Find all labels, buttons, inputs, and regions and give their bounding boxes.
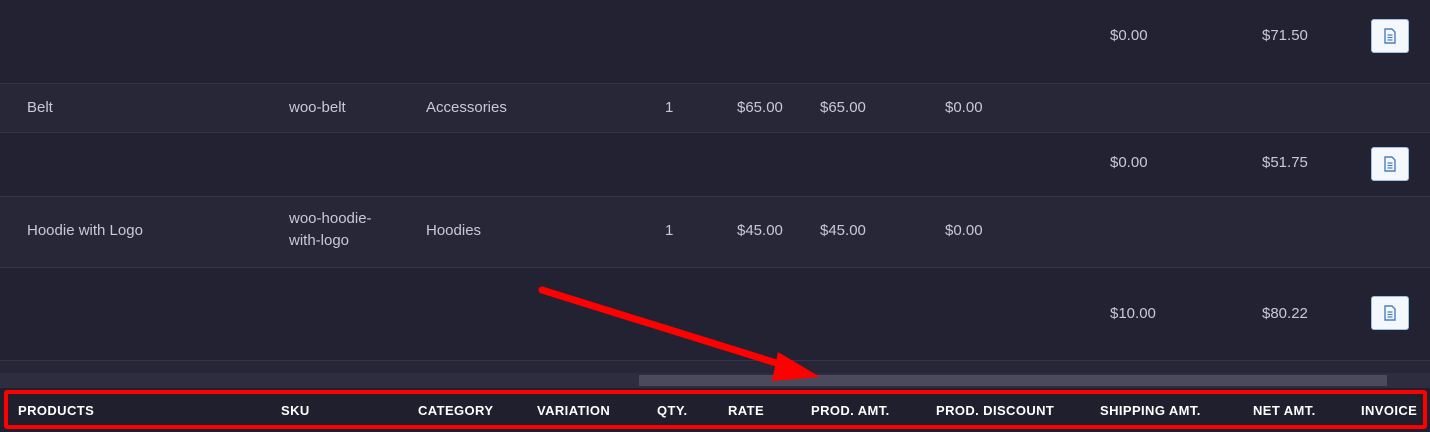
invoice-button[interactable] — [1371, 296, 1409, 330]
shipping-amount: $10.00 — [1110, 305, 1156, 322]
column-header-invoice[interactable]: INVOICE — [1361, 403, 1417, 418]
product-sku: woo-belt — [289, 99, 346, 116]
shipping-amount: $0.00 — [1110, 27, 1148, 44]
product-rate: $45.00 — [737, 222, 783, 239]
product-discount: $0.00 — [945, 222, 983, 239]
product-name: Belt — [27, 99, 53, 116]
column-header-prod-amt[interactable]: PROD. AMT. — [811, 403, 890, 418]
column-header-products[interactable]: PRODUCTS — [18, 403, 94, 418]
scrollbar-thumb[interactable] — [639, 375, 1387, 386]
table-footer-header — [0, 388, 1430, 432]
product-discount: $0.00 — [945, 99, 983, 116]
invoice-button[interactable] — [1371, 147, 1409, 181]
product-category: Hoodies — [426, 222, 482, 239]
document-icon — [1384, 305, 1396, 321]
column-header-category[interactable]: CATEGORY — [418, 403, 493, 418]
document-icon — [1384, 28, 1396, 44]
column-header-sku[interactable]: SKU — [281, 403, 310, 418]
order-summary-row: $10.00 $80.22 — [0, 268, 1430, 361]
column-header-prod-discount[interactable]: PROD. DISCOUNT — [936, 403, 1054, 418]
product-qty: 1 — [665, 222, 674, 239]
invoice-button[interactable] — [1371, 19, 1409, 53]
column-header-qty[interactable]: QTY. — [657, 403, 688, 418]
product-sku: woo-hoodie-with-logo — [289, 210, 372, 249]
net-amount: $71.50 — [1262, 27, 1308, 44]
table-row: Belt woo-belt Accessories 1 $65.00 $65.0… — [0, 84, 1430, 133]
shipping-amount: $0.00 — [1110, 154, 1148, 171]
product-rate: $65.00 — [737, 99, 783, 116]
document-icon — [1384, 156, 1396, 172]
order-summary-row: $0.00 $71.50 — [0, 0, 1430, 84]
column-header-net-amt[interactable]: NET AMT. — [1253, 403, 1316, 418]
order-summary-row: $0.00 $51.75 — [0, 133, 1430, 197]
column-header-variation[interactable]: VARIATION — [537, 403, 610, 418]
product-amount: $65.00 — [820, 99, 866, 116]
column-header-rate[interactable]: RATE — [728, 403, 764, 418]
net-amount: $80.22 — [1262, 305, 1308, 322]
product-name: Hoodie with Logo — [27, 222, 143, 239]
product-category: Accessories — [426, 99, 507, 116]
table-row: Hoodie with Logo woo-hoodie-with-logo Ho… — [0, 197, 1430, 268]
column-header-shipping-amt[interactable]: SHIPPING AMT. — [1100, 403, 1201, 418]
product-qty: 1 — [665, 99, 674, 116]
product-amount: $45.00 — [820, 222, 866, 239]
net-amount: $51.75 — [1262, 154, 1308, 171]
